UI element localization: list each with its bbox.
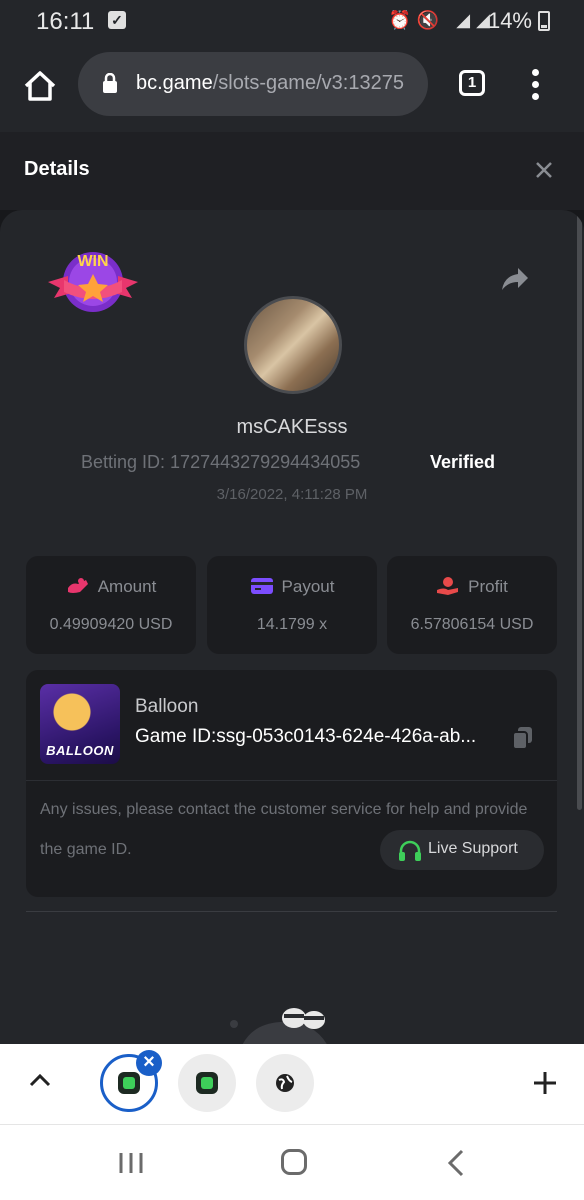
- amount-label: Amount: [97, 577, 157, 596]
- share-icon[interactable]: [500, 266, 530, 292]
- home-icon[interactable]: [20, 66, 60, 106]
- status-bar: 16:11 ✓ ⏰🔇 ◢◢ 14%: [0, 0, 584, 42]
- win-badge-text: WIN: [77, 253, 108, 270]
- amount-value: 0.49909420 USD: [49, 616, 173, 633]
- avatar: [244, 296, 342, 394]
- system-nav-bar: [0, 1124, 584, 1200]
- browser-toolbar: bc.game/slots-game/v3:13275 1: [0, 42, 584, 132]
- game-thumbnail-label: BALLOON: [46, 743, 114, 758]
- status-icons: ⏰🔇 ◢◢: [388, 10, 496, 30]
- profit-value: 6.57806154 USD: [410, 616, 534, 633]
- stat-amount: Amount 0.49909420 USD: [26, 556, 196, 654]
- betting-id: Betting ID: 1727443279294434055: [81, 452, 361, 472]
- game-info-card: BALLOON Balloon Game ID:ssg-053c0143-624…: [26, 670, 557, 897]
- tab-switcher-button[interactable]: 1: [459, 70, 485, 96]
- game-thumbnail[interactable]: BALLOON: [40, 684, 120, 764]
- game-id: Game ID:ssg-053c0143-624e-426a-ab...: [135, 726, 477, 747]
- game-name[interactable]: Balloon: [135, 696, 198, 718]
- status-time: 16:11: [36, 8, 95, 35]
- payout-value: 14.1799 x: [256, 616, 328, 633]
- bcgame-icon: [118, 1072, 140, 1094]
- payout-icon: [250, 578, 273, 594]
- close-icon[interactable]: [534, 160, 554, 180]
- mascot-icon: [230, 1008, 327, 1044]
- headset-icon: [399, 840, 421, 861]
- bet-timestamp: 3/16/2022, 4:11:28 PM: [216, 486, 368, 503]
- more-menu-icon[interactable]: [530, 69, 540, 101]
- bet-details-card: WIN msCAKEsss Betting ID: 17274432792944…: [0, 210, 584, 1044]
- profit-icon: [437, 577, 459, 595]
- tab-strip: ×: [0, 1044, 584, 1124]
- win-badge-icon: WIN: [48, 252, 138, 312]
- home-button-icon[interactable]: [281, 1149, 307, 1175]
- battery-level: 14%: [487, 8, 532, 33]
- battery-icon: [538, 11, 550, 31]
- globe-icon: [276, 1074, 294, 1092]
- live-support-label: Live Support: [428, 840, 518, 857]
- tab-web[interactable]: [256, 1054, 314, 1112]
- amount-icon: [67, 578, 88, 593]
- payout-label: Payout: [281, 577, 335, 596]
- tab-bcgame[interactable]: [178, 1054, 236, 1112]
- details-header: Details: [0, 132, 584, 210]
- url-text: bc.game/slots-game/v3:13275: [136, 72, 404, 94]
- page-title: Details: [24, 158, 90, 180]
- chevron-up-icon[interactable]: [28, 1072, 52, 1088]
- verified-link[interactable]: Verified: [430, 452, 495, 473]
- copy-icon[interactable]: [512, 726, 534, 750]
- plus-icon[interactable]: [532, 1070, 558, 1096]
- stat-payout: Payout 14.1799 x: [207, 556, 377, 654]
- lock-icon: [103, 73, 117, 93]
- profit-label: Profit: [468, 577, 508, 596]
- close-tab-icon[interactable]: ×: [136, 1050, 162, 1076]
- bcgame-icon: [196, 1072, 218, 1094]
- stat-profit: Profit 6.57806154 USD: [387, 556, 557, 654]
- checkbox-notification-icon: ✓: [108, 11, 126, 29]
- divider: [26, 911, 557, 912]
- scrollbar[interactable]: [577, 210, 582, 810]
- divider: [26, 780, 557, 781]
- username: msCAKEsss: [236, 416, 348, 438]
- url-bar[interactable]: bc.game/slots-game/v3:13275: [78, 52, 428, 116]
- live-support-button[interactable]: Live Support: [380, 830, 544, 870]
- back-icon[interactable]: [446, 1149, 466, 1177]
- recent-apps-icon[interactable]: [118, 1151, 144, 1175]
